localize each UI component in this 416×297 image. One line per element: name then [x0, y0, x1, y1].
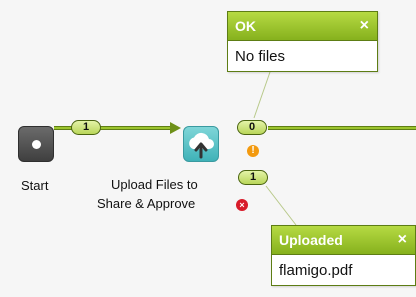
start-node-label: Start: [21, 178, 49, 193]
start-output-count[interactable]: 1: [71, 120, 101, 135]
warning-icon: !: [247, 145, 259, 157]
close-icon[interactable]: ×: [398, 226, 407, 254]
upload-node[interactable]: [183, 126, 219, 162]
popup-uploaded-pointer: [265, 185, 297, 226]
ok-output-count[interactable]: 0: [237, 120, 267, 135]
popup-ok-pointer: [253, 71, 271, 119]
uploaded-output-count[interactable]: 1: [238, 170, 268, 185]
upload-node-label-line1: Upload Files to: [111, 177, 198, 192]
error-icon: ×: [236, 199, 248, 211]
cloud-upload-icon: [189, 132, 214, 159]
popup-body: No files: [235, 48, 286, 65]
popup-header: OK ×: [228, 12, 377, 41]
popup-title: Uploaded: [279, 232, 343, 248]
popup-header: Uploaded ×: [272, 226, 415, 255]
uploaded-output-popup: Uploaded × flamigo.pdf: [271, 225, 416, 286]
ok-output-popup: OK × No files: [227, 11, 378, 72]
wire-arrowhead: [170, 122, 181, 134]
close-icon[interactable]: ×: [360, 12, 369, 40]
upload-node-label-line2: Share & Approve: [97, 196, 196, 211]
start-node[interactable]: [18, 126, 54, 162]
popup-title: OK: [235, 18, 256, 34]
start-icon: [32, 140, 41, 149]
workflow-canvas: Start Upload Files to Share & Approve 1 …: [0, 0, 416, 297]
popup-body: flamigo.pdf: [279, 262, 353, 279]
